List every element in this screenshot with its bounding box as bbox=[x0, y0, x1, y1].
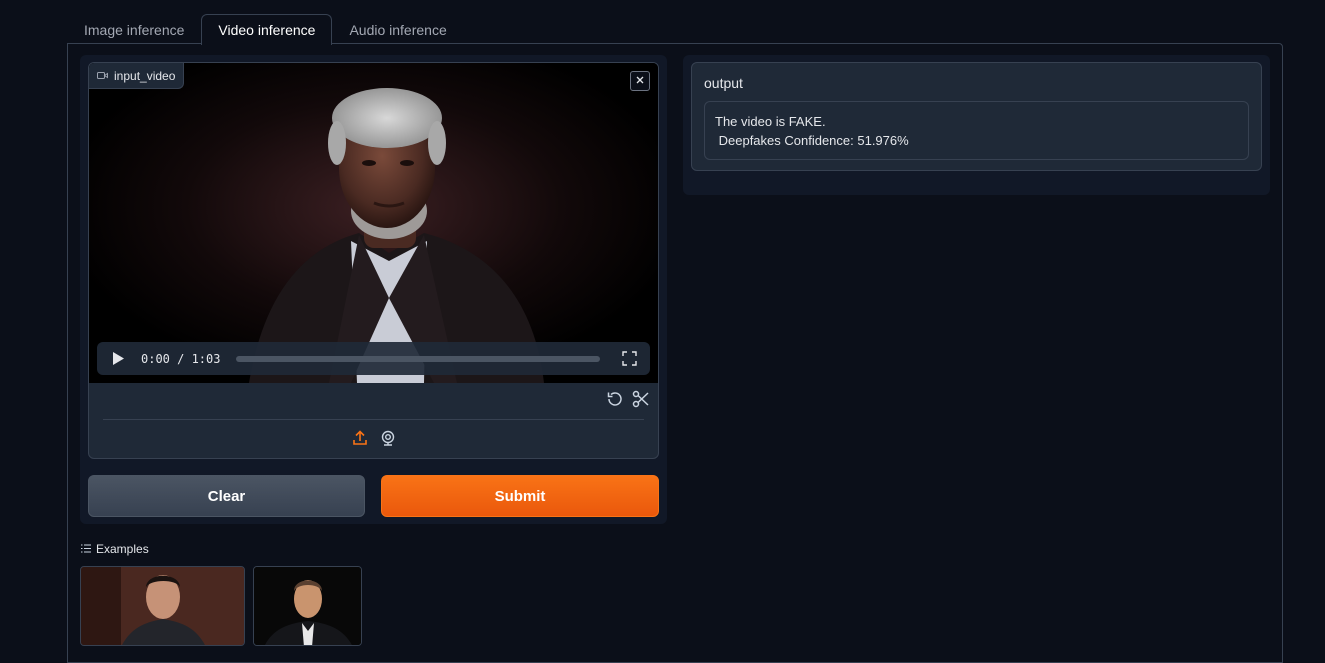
example-thumbnail-2-image bbox=[254, 567, 361, 645]
video-input-block: input_video 0:00 / 1:03 bbox=[88, 62, 659, 459]
video-progress-bar[interactable] bbox=[236, 355, 600, 362]
video-frame-image bbox=[89, 63, 658, 383]
list-icon bbox=[81, 542, 91, 556]
output-line-confidence: Deepfakes Confidence: 51.976% bbox=[715, 133, 909, 148]
tab-audio-inference[interactable]: Audio inference bbox=[332, 14, 463, 44]
output-block: output The video is FAKE. Deepfakes Conf… bbox=[691, 62, 1262, 171]
divider bbox=[103, 419, 644, 420]
scissors-icon[interactable] bbox=[632, 390, 650, 408]
tab-image-inference[interactable]: Image inference bbox=[67, 14, 201, 44]
output-label: output bbox=[704, 75, 743, 91]
play-icon[interactable] bbox=[109, 350, 127, 368]
video-controls: 0:00 / 1:03 bbox=[97, 342, 650, 375]
upload-icon[interactable] bbox=[351, 429, 369, 447]
input-video-label: input_video bbox=[89, 63, 185, 89]
examples-label: Examples bbox=[96, 542, 149, 556]
webcam-icon[interactable] bbox=[379, 429, 397, 447]
examples-header: Examples bbox=[81, 542, 149, 556]
fullscreen-icon[interactable] bbox=[620, 350, 638, 368]
example-thumbnail-1-image bbox=[81, 567, 244, 645]
video-edit-tools bbox=[606, 390, 650, 408]
output-line-result: The video is FAKE. bbox=[715, 114, 826, 129]
close-video-button[interactable] bbox=[630, 71, 650, 91]
source-selector bbox=[89, 429, 658, 447]
example-thumbnail-2[interactable] bbox=[253, 566, 362, 646]
clear-button[interactable]: Clear bbox=[88, 475, 365, 517]
input-video-label-text: input_video bbox=[114, 68, 176, 83]
video-player[interactable] bbox=[89, 63, 658, 383]
output-textbox[interactable]: The video is FAKE. Deepfakes Confidence:… bbox=[704, 101, 1249, 160]
video-camera-icon bbox=[97, 69, 108, 83]
tab-video-inference[interactable]: Video inference bbox=[201, 14, 333, 45]
video-time: 0:00 / 1:03 bbox=[141, 351, 221, 366]
undo-icon[interactable] bbox=[606, 390, 624, 408]
submit-button[interactable]: Submit bbox=[381, 475, 659, 517]
tab-bar: Image inference Video inference Audio in… bbox=[67, 14, 1283, 45]
close-icon bbox=[635, 72, 645, 90]
example-thumbnail-1[interactable] bbox=[80, 566, 245, 646]
